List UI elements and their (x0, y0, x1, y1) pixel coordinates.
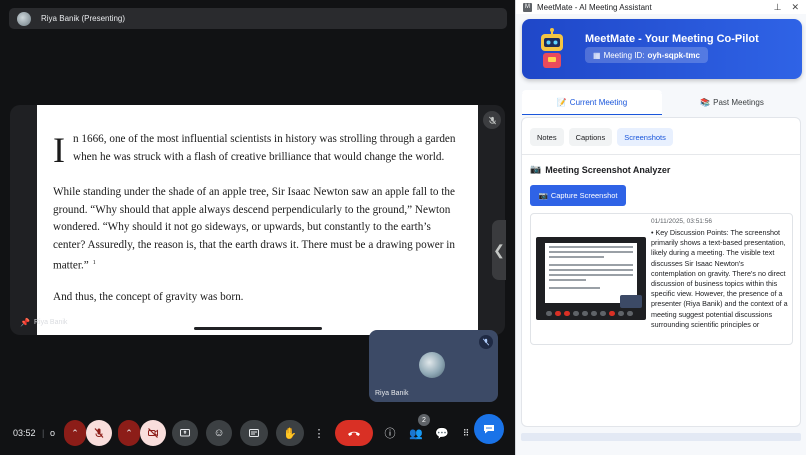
clock-separator: | (42, 428, 45, 438)
tab-current-meeting-label: Current Meeting (569, 97, 628, 107)
camera-off-icon (148, 428, 158, 438)
screenshots-card: Notes Captions Screenshots 📷 Meeting Scr… (521, 117, 801, 427)
doc-paragraph-1-text: n 1666, one of the most influential scie… (73, 133, 456, 163)
capture-label: Capture Screenshot (550, 191, 618, 200)
captions-button[interactable] (240, 420, 268, 446)
subtab-notes[interactable]: Notes (530, 128, 564, 146)
presenter-bar: Riya Banik (Presenting) (9, 8, 507, 29)
meeting-code: o (50, 428, 56, 438)
participant-tile[interactable]: Riya Banik (369, 330, 498, 402)
more-vert-icon: ⋮ (313, 427, 325, 440)
participant-name: Riya Banik (375, 390, 409, 397)
footnote-marker: 1 (92, 259, 96, 266)
thumbnail-page (545, 243, 637, 303)
raise-hand-button[interactable]: ✋ (276, 420, 304, 446)
thumbnail-toolbar (536, 311, 646, 317)
stage-name-label: 📌 Riya Banik (20, 318, 67, 327)
shared-document: In 1666, one of the most influential sci… (37, 105, 478, 335)
camera-icon: 📷 (530, 164, 542, 174)
pin-icon[interactable]: ⊥ (774, 2, 782, 13)
tab-past-meetings[interactable]: 📚 Past Meetings (662, 90, 802, 114)
info-icon: ⓘ (384, 428, 396, 440)
stage-name-text: Riya Banik (33, 319, 68, 326)
presentation-stage: In 1666, one of the most influential sci… (10, 105, 505, 335)
present-screen-icon (180, 429, 190, 437)
chat-icon: 💬 (435, 427, 449, 440)
presenter-label: Riya Banik (Presenting) (41, 14, 126, 23)
presenter-avatar (17, 11, 31, 26)
mic-off-icon (94, 428, 104, 438)
archive-icon: 📚 (700, 97, 711, 107)
calendar-icon: ▦ (593, 50, 601, 60)
doc-paragraph-2-text: While standing under the shade of an app… (53, 186, 455, 272)
tab-current-meeting[interactable]: 📝 Current Meeting (522, 90, 662, 114)
pin-icon: 📌 (20, 318, 30, 327)
chevron-up-icon: ⌃ (71, 427, 79, 438)
divider (522, 154, 800, 155)
capture-screenshot-button[interactable]: 📷 Capture Screenshot (530, 185, 626, 206)
chevron-left-icon: ❮ (493, 241, 505, 258)
section-title: 📷 Meeting Screenshot Analyzer (530, 164, 670, 175)
panel-titlebar: M MeetMate - AI Meeting Assistant ⊥ ✕ (516, 0, 806, 14)
participant-avatar (419, 352, 445, 378)
stage-scrollbar[interactable] (194, 327, 322, 330)
camera-toggle-button[interactable] (140, 420, 166, 446)
notepad-icon: 📝 (556, 97, 567, 107)
tile-mic-muted-icon (479, 335, 493, 349)
camera-icon: 📷 (538, 191, 548, 200)
activities-button[interactable]: ⠿ (458, 420, 474, 446)
doc-paragraph-1: In 1666, one of the most influential sci… (53, 130, 462, 170)
reactions-button[interactable]: ☺ (206, 420, 232, 446)
emoji-icon: ☺ (213, 427, 225, 439)
doc-paragraph-3: And thus, the concept of gravity was bor… (53, 290, 244, 303)
close-icon[interactable]: ✕ (791, 2, 799, 13)
window-title: MeetMate - AI Meeting Assistant (537, 2, 652, 12)
people-icon: 👥 (409, 427, 423, 440)
sub-tabs: Notes Captions Screenshots (530, 128, 673, 146)
video-options-button[interactable]: ⌃ (118, 420, 140, 446)
present-button[interactable] (172, 420, 198, 446)
captions-icon (249, 429, 259, 437)
meet-area: Riya Banik (Presenting) In 1666, one of … (0, 0, 515, 455)
robot-icon (541, 28, 563, 68)
screenshot-analysis: • Key Discussion Points: The screenshot … (651, 228, 788, 329)
side-panel-toggle[interactable]: ❮ (492, 220, 506, 280)
meeting-clock: 03:52 (13, 428, 36, 438)
screenshot-entry: 01/11/2025, 03:51:56 • Key Discussion Po… (530, 213, 793, 345)
more-options-button[interactable]: ⋮ (310, 420, 328, 446)
chat-bubble-icon (484, 425, 494, 434)
mic-muted-icon (483, 111, 501, 129)
thumbnail-pip (620, 295, 642, 308)
leave-call-button[interactable] (335, 420, 373, 446)
screenshot-timestamp: 01/11/2025, 03:51:56 (651, 218, 712, 225)
participants-count-badge: 2 (418, 414, 430, 426)
assistant-fab-button[interactable] (474, 414, 504, 444)
meeting-id-value: oyh-sqpk-tmc (647, 50, 700, 60)
meeting-id-pill: ▦ Meeting ID: oyh-sqpk-tmc (585, 47, 708, 63)
mic-toggle-button[interactable] (86, 420, 112, 446)
chat-button[interactable]: 💬 (432, 420, 452, 446)
meeting-controls: 03:52 | o ⌃ ⌃ ☺ ✋ ⋮ ⓘ 👥 2 💬 ⠿ (0, 414, 515, 448)
hero-banner: MeetMate - Your Meeting Co-Pilot ▦ Meeti… (522, 19, 802, 79)
meeting-info-button[interactable]: ⓘ (380, 420, 400, 446)
titlebar-actions: ⊥ ✕ (774, 2, 806, 13)
hero-title: MeetMate - Your Meeting Co-Pilot (585, 33, 759, 45)
drop-cap: I (53, 130, 65, 170)
doc-paragraph-2: While standing under the shade of an app… (53, 184, 462, 275)
hang-up-icon (348, 431, 360, 436)
section-title-text: Meeting Screenshot Analyzer (545, 164, 671, 175)
hand-icon: ✋ (283, 427, 297, 440)
subtab-screenshots[interactable]: Screenshots (617, 128, 673, 146)
apps-grid-icon: ⠿ (462, 427, 470, 438)
meeting-id-label: Meeting ID: (603, 50, 645, 60)
main-tabs: 📝 Current Meeting 📚 Past Meetings (522, 90, 802, 114)
screen: Riya Banik (Presenting) In 1666, one of … (0, 0, 806, 455)
app-icon: M (523, 2, 532, 12)
audio-options-button[interactable]: ⌃ (64, 420, 86, 446)
screenshot-thumbnail[interactable] (536, 237, 646, 320)
subtab-captions[interactable]: Captions (568, 128, 613, 146)
panel-bottom-bar (521, 433, 801, 441)
chevron-up-icon: ⌃ (125, 427, 133, 438)
tab-past-meetings-label: Past Meetings (713, 97, 764, 107)
